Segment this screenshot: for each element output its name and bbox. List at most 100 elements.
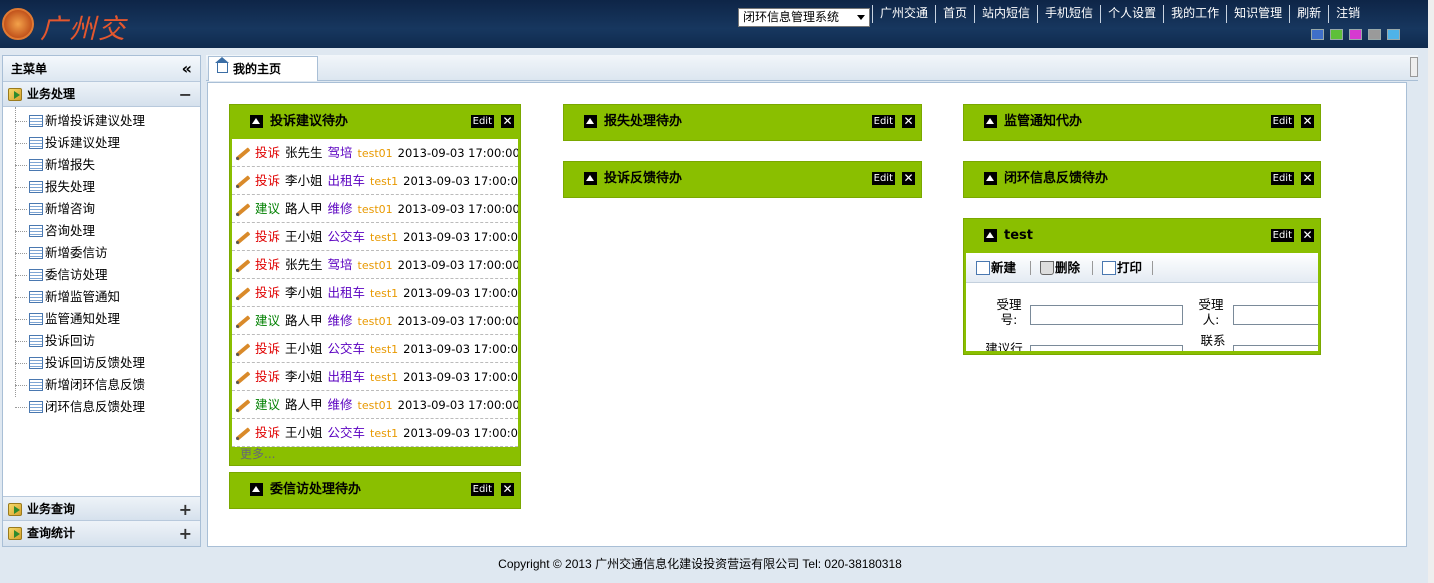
complaint-row[interactable]: 投诉 王小姐 公交车 test1 2013-09-03 17:00:00 <box>232 335 518 363</box>
portlet-header[interactable]: 投诉建议待办 Edit ✕ <box>230 105 520 139</box>
menu-item-petition-processing[interactable]: 委信访处理 <box>3 264 200 286</box>
close-icon[interactable]: ✕ <box>902 172 915 185</box>
complaint-row[interactable]: 建议 路人甲 维修 test01 2013-09-03 17:00:00 <box>232 391 518 419</box>
print-button[interactable]: 打印 <box>1102 253 1142 283</box>
menu-item-revisit-feedback[interactable]: 投诉回访反馈处理 <box>3 352 200 374</box>
row-name: 王小姐 <box>285 229 323 244</box>
edit-button[interactable]: Edit <box>871 172 895 185</box>
new-button[interactable]: 新建 <box>976 253 1016 283</box>
nav-home[interactable]: 首页 <box>935 5 974 23</box>
tab-scroll-handle[interactable] <box>1410 57 1418 77</box>
theme-swatch-green[interactable] <box>1330 29 1343 40</box>
more-link[interactable]: 更多... <box>230 447 520 463</box>
section-business-processing[interactable]: 业务处理 − <box>3 82 200 107</box>
complaint-row[interactable]: 投诉 张先生 驾培 test01 2013-09-03 17:00:00 <box>232 139 518 167</box>
edit-button[interactable]: Edit <box>871 115 895 128</box>
edit-button[interactable]: Edit <box>470 483 494 496</box>
complaint-row[interactable]: 投诉 张先生 驾培 test01 2013-09-03 17:00:00 <box>232 251 518 279</box>
delete-button[interactable]: 删除 <box>1040 253 1080 283</box>
portlet-header[interactable]: 监管通知代办 Edit ✕ <box>964 105 1320 139</box>
row-type: 投诉 <box>255 173 281 188</box>
theme-swatch-blue[interactable] <box>1311 29 1324 40</box>
edit-button[interactable]: Edit <box>1270 229 1294 242</box>
menu-item-new-consult[interactable]: 新增咨询 <box>3 198 200 220</box>
footer-copyright: Copyright © 2013 广州交通信息化建设投资营运有限公司 Tel: … <box>498 557 902 571</box>
menu-item-label: 投诉回访 <box>45 333 96 348</box>
close-icon[interactable]: ✕ <box>501 483 514 496</box>
nav-gz-traffic[interactable]: 广州交通 <box>872 5 935 23</box>
menu-item-supervise-processing[interactable]: 监管通知处理 <box>3 308 200 330</box>
nav-knowledge[interactable]: 知识管理 <box>1226 5 1289 23</box>
menu-item-new-lost[interactable]: 新增报失 <box>3 154 200 176</box>
menu-item-closed-feedback-processing[interactable]: 闭环信息反馈处理 <box>3 396 200 418</box>
nav-my-work[interactable]: 我的工作 <box>1163 5 1226 23</box>
collapse-triangle-icon[interactable] <box>584 115 597 128</box>
complaint-row[interactable]: 投诉 李小姐 出租车 test1 2013-09-03 17:00:00 <box>232 167 518 195</box>
portlet-header[interactable]: test Edit ✕ <box>964 219 1320 253</box>
collapse-icon[interactable]: − <box>179 82 192 107</box>
row-category: 公交车 <box>327 341 366 356</box>
sidebar-title: 主菜单 <box>11 62 48 76</box>
section-query-statistics[interactable]: 查询统计 + <box>3 521 200 546</box>
portlet-closed-feedback-todo: 闭环信息反馈待办 Edit ✕ <box>963 161 1321 198</box>
portlet-header[interactable]: 报失处理待办 Edit ✕ <box>564 105 921 139</box>
close-icon[interactable]: ✕ <box>501 115 514 128</box>
theme-swatch-gray[interactable] <box>1368 29 1381 40</box>
page-scrollbar[interactable] <box>1428 0 1434 583</box>
row-category: 公交车 <box>327 425 366 440</box>
complaint-row[interactable]: 投诉 李小姐 出租车 test1 2013-09-03 17:00:00 <box>232 363 518 391</box>
nav-refresh[interactable]: 刷新 <box>1289 5 1328 23</box>
nav-internal-sms[interactable]: 站内短信 <box>974 5 1037 23</box>
collapse-triangle-icon[interactable] <box>984 172 997 185</box>
collapse-triangle-icon[interactable] <box>984 115 997 128</box>
menu-item-complaint-revisit[interactable]: 投诉回访 <box>3 330 200 352</box>
nav-personal-settings[interactable]: 个人设置 <box>1100 5 1163 23</box>
portlet-header[interactable]: 投诉反馈待办 Edit ✕ <box>564 162 921 196</box>
nav-mobile-sms[interactable]: 手机短信 <box>1037 5 1100 23</box>
collapse-triangle-icon[interactable] <box>984 229 997 242</box>
table-icon <box>29 357 43 369</box>
collapse-triangle-icon[interactable] <box>250 115 263 128</box>
menu-item-consult-processing[interactable]: 咨询处理 <box>3 220 200 242</box>
tab-my-home[interactable]: 我的主页 <box>208 56 318 81</box>
nav-logout[interactable]: 注销 <box>1328 5 1367 23</box>
tab-bar: 我的主页 <box>206 55 1418 81</box>
expand-icon[interactable]: + <box>179 497 192 522</box>
edit-button[interactable]: Edit <box>1270 172 1294 185</box>
collapse-triangle-icon[interactable] <box>250 483 263 496</box>
test-toolbar: 新建 删除 打印 <box>966 253 1318 283</box>
menu-item-complaint-processing[interactable]: 投诉建议处理 <box>3 132 200 154</box>
portlet-header[interactable]: 委信访处理待办 Edit ✕ <box>230 473 520 507</box>
theme-swatch-lightblue[interactable] <box>1387 29 1400 40</box>
complaint-row[interactable]: 投诉 王小姐 公交车 test1 2013-09-03 17:00:00 <box>232 419 518 447</box>
section-business-query[interactable]: 业务查询 + <box>3 496 200 521</box>
close-icon[interactable]: ✕ <box>902 115 915 128</box>
menu-item-new-closed-feedback[interactable]: 新增闭环信息反馈 <box>3 374 200 396</box>
contact-input[interactable] <box>1233 345 1318 351</box>
menu-item-new-supervise[interactable]: 新增监管通知 <box>3 286 200 308</box>
edit-button[interactable]: Edit <box>470 115 494 128</box>
expand-icon[interactable]: + <box>179 521 192 546</box>
acceptor-input[interactable] <box>1233 305 1318 325</box>
system-select[interactable]: 闭环信息管理系统 <box>738 8 870 27</box>
complaint-row[interactable]: 投诉 李小姐 出租车 test1 2013-09-03 17:00:00 <box>232 279 518 307</box>
complaint-row[interactable]: 投诉 王小姐 公交车 test1 2013-09-03 17:00:00 <box>232 223 518 251</box>
menu-item-new-complaint[interactable]: 新增投诉建议处理 <box>3 110 200 132</box>
edit-button[interactable]: Edit <box>1270 115 1294 128</box>
sidebar: 主菜单 « 业务处理 − 新增投诉建议处理 投诉建议处理 新增报失 报失处理 新增咨… <box>2 55 201 547</box>
theme-swatch-magenta[interactable] <box>1349 29 1362 40</box>
close-icon[interactable]: ✕ <box>1301 229 1314 242</box>
menu-item-lost-processing[interactable]: 报失处理 <box>3 176 200 198</box>
complaint-row[interactable]: 建议 路人甲 维修 test01 2013-09-03 17:00:00 <box>232 195 518 223</box>
menu-item-new-petition[interactable]: 新增委信访 <box>3 242 200 264</box>
suggest-input[interactable] <box>1030 345 1183 351</box>
collapse-sidebar-icon[interactable]: « <box>182 56 192 82</box>
close-icon[interactable]: ✕ <box>1301 172 1314 185</box>
close-icon[interactable]: ✕ <box>1301 115 1314 128</box>
pencil-icon <box>235 398 251 412</box>
collapse-triangle-icon[interactable] <box>584 172 597 185</box>
portlet-supervise-todo: 监管通知代办 Edit ✕ <box>963 104 1321 141</box>
accept-no-input[interactable] <box>1030 305 1183 325</box>
portlet-header[interactable]: 闭环信息反馈待办 Edit ✕ <box>964 162 1320 196</box>
complaint-row[interactable]: 建议 路人甲 维修 test01 2013-09-03 17:00:00 <box>232 307 518 335</box>
